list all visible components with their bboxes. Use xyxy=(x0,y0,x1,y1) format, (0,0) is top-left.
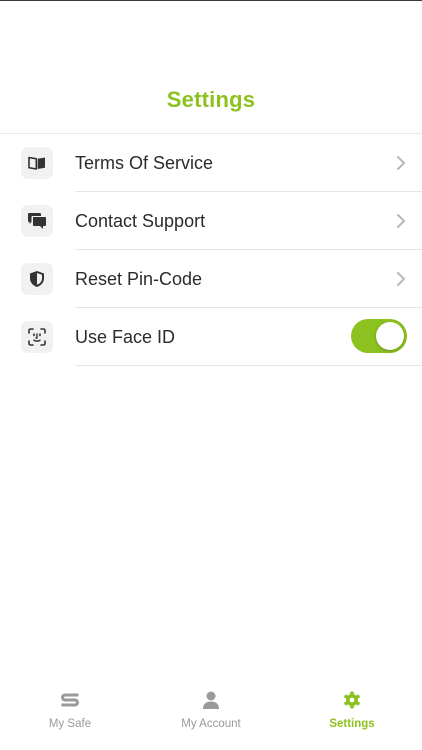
chevron-right-icon xyxy=(397,214,405,228)
chevron-right-icon xyxy=(397,156,405,170)
tab-bar: My Safe My Account Settings xyxy=(0,680,422,750)
row-divider xyxy=(75,365,422,366)
page-title: Settings xyxy=(166,87,256,112)
settings-item-reset-pin-code[interactable]: Reset Pin-Code xyxy=(0,250,422,308)
settings-item-use-face-id: Use Face ID xyxy=(0,308,422,366)
face-id-icon xyxy=(21,321,53,353)
safe-logo-icon xyxy=(61,693,79,707)
settings-item-label: Use Face ID xyxy=(75,327,176,347)
settings-item-label: Contact Support xyxy=(75,211,206,231)
settings-item-contact-support[interactable]: Contact Support xyxy=(0,192,422,250)
tab-label: Settings xyxy=(329,718,375,730)
tab-my-account[interactable]: My Account xyxy=(141,680,281,750)
settings-list: Terms Of Service Contact Support Reset P… xyxy=(0,133,422,366)
settings-item-label: Terms Of Service xyxy=(75,153,214,173)
tab-settings[interactable]: Settings xyxy=(282,680,422,750)
face-id-toggle[interactable] xyxy=(351,319,407,353)
settings-item-terms-of-service[interactable]: Terms Of Service xyxy=(0,134,422,192)
top-divider xyxy=(0,0,422,1)
settings-item-label: Reset Pin-Code xyxy=(75,269,203,289)
toggle-knob xyxy=(376,322,404,350)
person-icon xyxy=(203,691,219,709)
tab-label: My Account xyxy=(181,718,241,730)
tab-label: My Safe xyxy=(48,718,92,730)
chat-bubbles-icon xyxy=(21,205,53,237)
chevron-right-icon xyxy=(397,272,405,286)
gear-icon xyxy=(344,691,360,709)
tab-my-safe[interactable]: My Safe xyxy=(0,680,140,750)
shield-icon xyxy=(21,263,53,295)
book-icon xyxy=(21,147,53,179)
